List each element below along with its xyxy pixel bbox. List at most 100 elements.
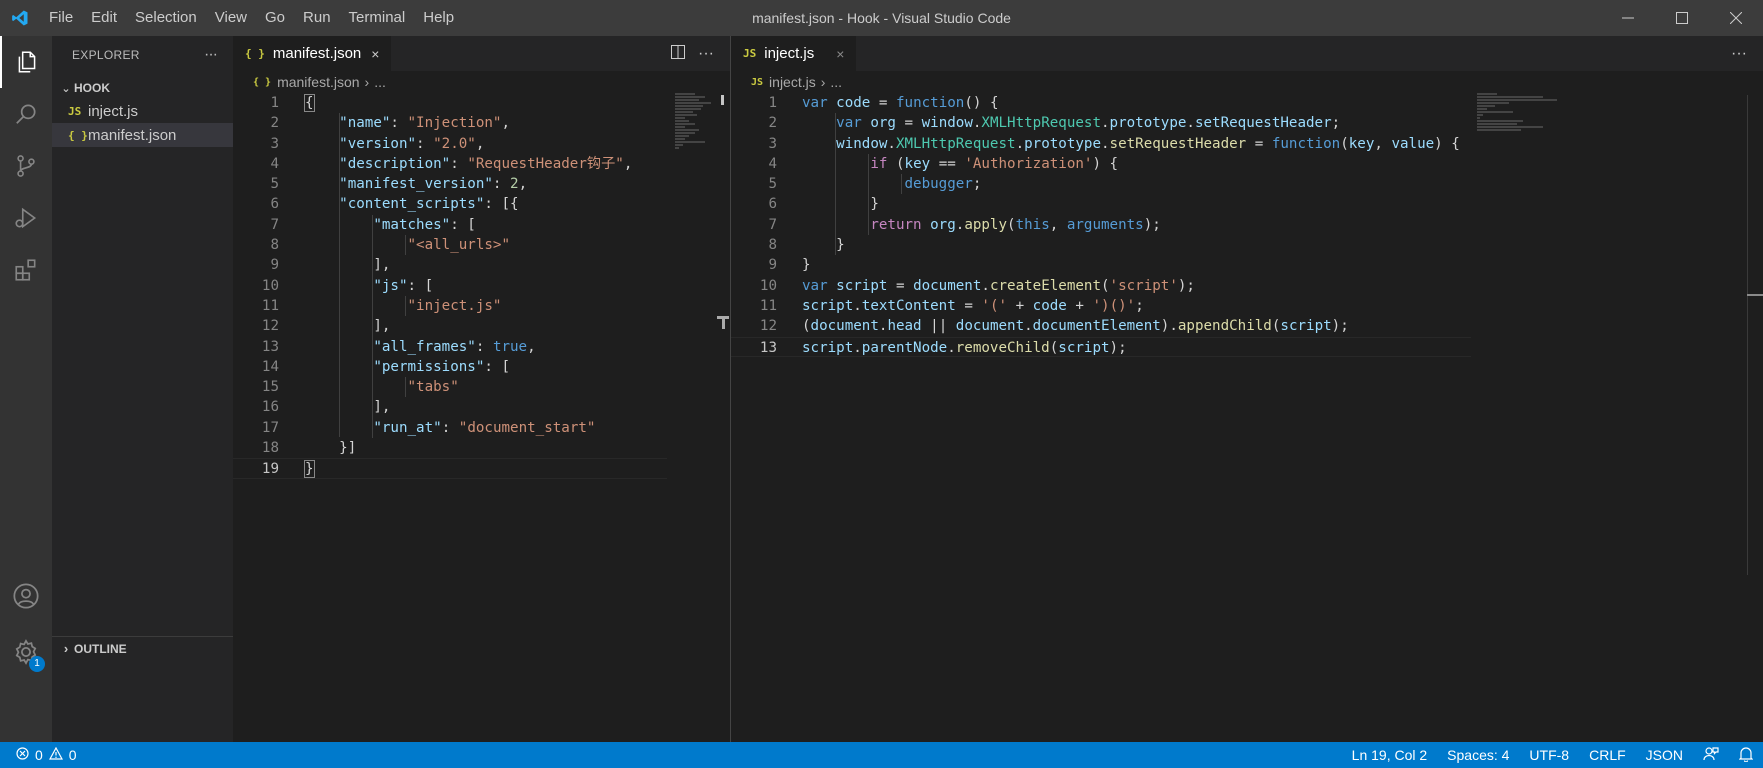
code-line: 9 ], [270,257,391,274]
code-line: 18 }] [261,440,357,457]
explorer-icon[interactable] [0,36,52,88]
file-item-manifest-json[interactable]: { } manifest.json [52,123,233,147]
split-editor-icon[interactable] [664,45,692,62]
code-line: 7 return org.apply(this, arguments); [768,216,1161,233]
code-line: 1{ [270,94,315,112]
folder-label: HOOK [74,81,110,95]
text-cursor-indicator [722,316,725,329]
breadcrumb: JS inject.js › ... [731,71,842,93]
code-line: 12 (document.head || document.documentEle… [759,318,1349,335]
menu-selection[interactable]: Selection [126,0,206,36]
tab-manifest-json[interactable]: { } manifest.json × [233,36,392,71]
file-item-inject-js[interactable]: JS inject.js [52,99,233,123]
breadcrumb: { } manifest.json › ... [233,71,386,93]
breadcrumb-file[interactable]: manifest.json [277,74,359,90]
error-icon [16,747,29,763]
menu-file[interactable]: File [40,0,82,36]
editor-actions: ··· [1725,36,1753,71]
status-bar-right: Ln 19, Col 2 Spaces: 4 UTF-8 CRLF JSON [1342,742,1763,768]
outline-section[interactable]: › OUTLINE [52,636,233,660]
file-label: inject.js [88,102,139,120]
error-count: 0 [35,747,43,763]
code-line: 6 } [768,196,879,213]
breadcrumb-more[interactable]: ... [374,74,386,90]
code-line: 1 var code = function() { [768,95,999,111]
maximize-icon[interactable] [1655,0,1709,36]
code-line: 3 window.XMLHttpRequest.prototype.setReq… [768,135,1460,152]
close-tab-icon[interactable]: × [836,46,844,62]
code-line: 10 var script = document.createElement('s… [759,277,1195,294]
feedback-icon[interactable] [1693,746,1729,765]
language-mode[interactable]: JSON [1636,747,1693,763]
code-line-current: 13 script.parentNode.removeChild(script); [731,336,1471,357]
breadcrumb-file[interactable]: inject.js [769,74,816,90]
more-actions-icon[interactable]: ··· [692,45,720,63]
close-window-icon[interactable] [1709,0,1763,36]
minimize-icon[interactable] [1601,0,1655,36]
menu-run[interactable]: Run [294,0,340,36]
warning-icon [48,746,63,763]
tab-bar: { } manifest.json × ··· [233,36,730,71]
title-bar: File Edit Selection View Go Run Terminal… [0,0,1763,36]
account-icon[interactable] [0,570,52,622]
tab-label: manifest.json [272,45,362,62]
code-line: 12 ], [261,318,391,335]
close-tab-icon[interactable]: × [371,46,379,62]
tab-inject-js[interactable]: JS inject.js × [731,36,857,71]
line-endings[interactable]: CRLF [1579,747,1636,763]
more-actions-icon[interactable]: ··· [1725,45,1753,63]
encoding[interactable]: UTF-8 [1519,747,1579,763]
code-line: 11 "inject.js" [261,297,502,314]
code-line: 7 "matches": [ [270,216,476,233]
editor-actions: ··· [664,36,720,71]
editor-group-left: { } manifest.json × ··· { } manifest.jso… [233,36,730,742]
indentation[interactable]: Spaces: 4 [1437,747,1519,763]
menu-go[interactable]: Go [256,0,294,36]
chevron-down-icon: ⌄ [61,82,71,95]
folder-hook[interactable]: ⌄ HOOK [52,77,233,99]
menu-edit[interactable]: Edit [82,0,126,36]
cursor-position[interactable]: Ln 19, Col 2 [1342,747,1438,763]
explorer-header: EXPLORER ··· [52,36,233,74]
activity-bar: 1 [0,36,52,742]
menu-terminal[interactable]: Terminal [340,0,415,36]
window-controls [1601,0,1763,36]
code-line: 3 "version": "2.0", [270,135,485,152]
notifications-bell-icon[interactable] [1729,746,1763,765]
minimap[interactable] [1477,93,1559,132]
scrollbar-marker [1747,294,1763,296]
breadcrumb-more[interactable]: ... [830,74,842,90]
tab-label: inject.js [764,45,815,62]
source-control-icon[interactable] [0,140,52,192]
search-icon[interactable] [0,88,52,140]
code-line: 5 "manifest_version": 2, [270,176,528,193]
explorer-title: EXPLORER [72,48,140,62]
code-line: 4 if (key == 'Authorization') { [768,155,1119,172]
code-line: 15 "tabs" [261,379,459,396]
editor-group-right: JS inject.js × ··· JS inject.js › ... 1v… [731,36,1763,742]
problems-indicator[interactable]: 0 0 [0,746,77,763]
menu-view[interactable]: View [206,0,256,36]
js-file-icon: JS [751,76,764,88]
menu-bar: File Edit Selection View Go Run Terminal… [40,0,463,36]
vscode-logo-icon [0,0,40,36]
code-line: 8 } [768,237,845,254]
code-editor-js[interactable]: 1 var code = function() { 2 var org = win… [731,93,1763,357]
code-line-current: 19} [233,458,667,479]
run-debug-icon[interactable] [0,192,52,244]
code-line: 6 "content_scripts": [{ [270,196,519,213]
minimap[interactable] [675,93,717,150]
scrollbar-track [1747,95,1748,575]
breadcrumb-separator: › [820,74,826,90]
menu-help[interactable]: Help [414,0,463,36]
warning-count: 0 [68,747,77,763]
code-line: 5 debugger; [768,176,982,193]
code-editor-json[interactable]: 1{ 2 "name": "Injection", 3 "version": "… [233,93,730,479]
more-actions-icon[interactable]: ··· [204,46,218,64]
status-bar: 0 0 Ln 19, Col 2 Spaces: 4 UTF-8 CRLF JS… [0,742,1763,768]
explorer-sidebar: EXPLORER ··· ⌄ HOOK JS inject.js { } man… [52,36,233,742]
extensions-icon[interactable] [0,244,52,296]
code-line: 13 "all_frames": true, [261,338,536,355]
tab-bar: JS inject.js × ··· [731,36,1763,71]
settings-gear-icon[interactable]: 1 [0,626,52,678]
